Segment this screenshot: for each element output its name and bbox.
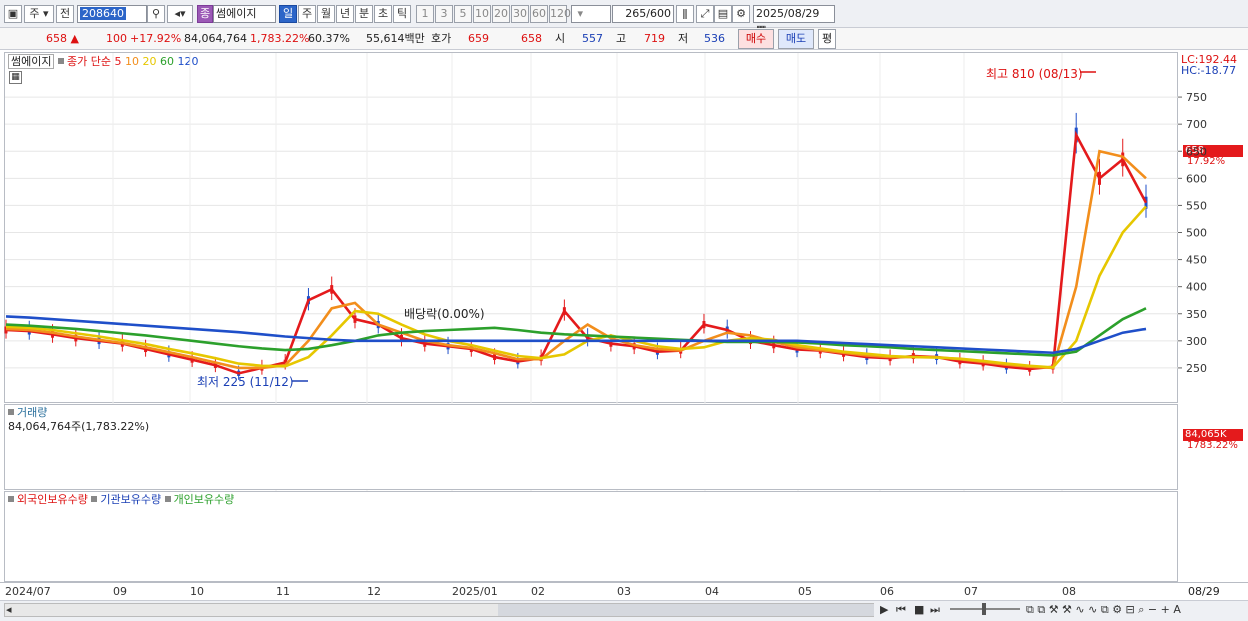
x-label: 07 bbox=[964, 585, 978, 598]
price-tick-label: 400 bbox=[1186, 281, 1207, 294]
x-label: 06 bbox=[880, 585, 894, 598]
x-label: 09 bbox=[113, 585, 127, 598]
price-tick-label: 700 bbox=[1186, 118, 1207, 131]
dividend-annotation: 배당락(0.00%) bbox=[404, 307, 485, 321]
x-label: 08 bbox=[1062, 585, 1076, 598]
volume-panel bbox=[4, 404, 1178, 490]
price-tick-label: 250 bbox=[1186, 362, 1207, 375]
price-tick-label: 500 bbox=[1186, 227, 1207, 240]
holdings-legend-1: 기관보유수량 bbox=[100, 493, 165, 506]
fast-forward-icon[interactable]: ⏭ bbox=[930, 603, 940, 617]
rewind-icon[interactable]: ⏮ bbox=[896, 603, 906, 617]
x-label: 03 bbox=[617, 585, 631, 598]
volume-subtitle: 84,064,764주(1,783.22%) bbox=[8, 420, 150, 433]
holdings-legend: 외국인보유수량 기관보유수량 개인보유수량 bbox=[8, 491, 234, 507]
price-tick-label: 550 bbox=[1186, 199, 1207, 212]
holdings-axis bbox=[1178, 491, 1246, 582]
x-axis-end-label: 08/29 bbox=[1188, 585, 1220, 598]
x-label: 02 bbox=[531, 585, 545, 598]
legend-marker-icon bbox=[91, 496, 98, 502]
price-tick-label: 450 bbox=[1186, 254, 1207, 267]
x-label: 11 bbox=[276, 585, 290, 598]
holdings-legend-0: 외국인보유수량 bbox=[17, 493, 92, 506]
price-tick-label: 600 bbox=[1186, 172, 1207, 185]
price-tick-label: 750 bbox=[1186, 91, 1207, 104]
legend-marker-icon bbox=[8, 496, 14, 502]
price-tick-label: 650 bbox=[1186, 145, 1207, 158]
x-label: 10 bbox=[190, 585, 204, 598]
low-annotation: 최저 225 (11/12) bbox=[197, 375, 294, 389]
holdings-legend-2: 개인보유수량 bbox=[173, 493, 235, 506]
x-label: 12 bbox=[367, 585, 381, 598]
high-annotation: 최고 810 (08/13) bbox=[986, 67, 1083, 81]
legend-marker-icon bbox=[164, 496, 171, 502]
legend-marker-icon bbox=[8, 409, 14, 415]
scrollbar-thumb[interactable] bbox=[498, 604, 874, 616]
volume-tag-pct: 1783.22% bbox=[1187, 440, 1238, 451]
zoom-slider-handle[interactable] bbox=[982, 603, 986, 615]
play-icon[interactable]: ▶ bbox=[880, 603, 888, 616]
price-tick-label: 300 bbox=[1186, 335, 1207, 348]
ma-line-5 bbox=[5, 130, 1148, 375]
stop-icon[interactable]: ■ bbox=[914, 603, 924, 616]
tool-icons[interactable]: ⧉ ⧉ ⚒ ⚒ ∿ ∿ ⧉ ⚙ ⊟ ⌕ − + A bbox=[1026, 603, 1181, 617]
x-label: 2024/07 bbox=[5, 585, 51, 598]
x-label: 2025/01 bbox=[452, 585, 498, 598]
x-label: 05 bbox=[798, 585, 812, 598]
x-label: 04 bbox=[705, 585, 719, 598]
scroll-left-icon[interactable]: ◂ bbox=[6, 603, 12, 616]
price-tick-label: 350 bbox=[1186, 308, 1207, 321]
